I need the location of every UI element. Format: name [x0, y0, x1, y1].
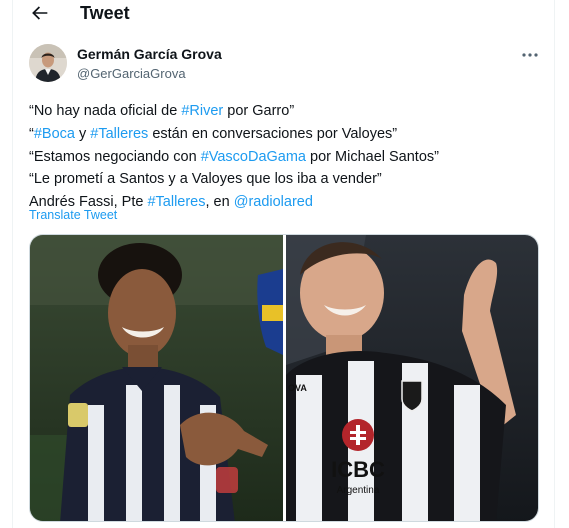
tweet-text-segment: por Michael Santos”: [306, 148, 439, 165]
arrow-left-icon: [32, 6, 48, 20]
tweet-text-segment: “No hay nada oficial de: [29, 103, 182, 119]
tweet-media: ICBC Argentina OVA: [29, 234, 539, 522]
author-name[interactable]: Germán García Grova: [77, 46, 222, 62]
author-handle[interactable]: @GerGarciaGrova: [77, 66, 186, 81]
sponsor-brand: ICBC: [331, 457, 385, 482]
hashtag-link[interactable]: #River: [181, 103, 223, 119]
hashtag-link[interactable]: #Talleres: [147, 194, 205, 210]
back-button[interactable]: [29, 2, 51, 24]
hashtag-link[interactable]: #Talleres: [90, 126, 148, 142]
tweet-text-segment: “Le prometí a Santos y a Valoyes que los…: [29, 171, 382, 188]
top-bar: Tweet: [13, 0, 556, 30]
hashtag-link[interactable]: #Boca: [34, 126, 75, 142]
tweet-line: “Le prometí a Santos y a Valoyes que los…: [29, 168, 549, 191]
tweet-text-segment: y: [74, 125, 91, 142]
tweet-text-segment: están en conversaciones por Valoyes”: [148, 125, 398, 142]
tweet-line: “Estamos negociando con #VascoDaGama por…: [29, 146, 549, 169]
sleeve-brand: OVA: [288, 383, 307, 393]
photo-player-left[interactable]: [30, 235, 283, 521]
photo-player-right[interactable]: ICBC Argentina OVA: [286, 235, 538, 521]
sponsor-sub: Argentina: [337, 485, 380, 496]
tweet-text-segment: , en: [205, 194, 234, 211]
photo-right-image: ICBC Argentina OVA: [286, 235, 538, 521]
tweet-line: “No hay nada oficial de #River por Garro…: [29, 100, 549, 123]
tweet-text-segment: por Garro”: [223, 103, 295, 119]
more-horizontal-icon: [522, 53, 538, 57]
tweet-text-segment: “Estamos negociando con: [29, 148, 201, 165]
avatar-image: [29, 44, 67, 82]
mention-link[interactable]: @radiolared: [234, 194, 313, 210]
photo-left-image: [30, 235, 283, 521]
tweet-line: “#Boca y #Talleres están en conversacion…: [29, 123, 549, 146]
hashtag-link[interactable]: #VascoDaGama: [201, 149, 306, 165]
avatar[interactable]: [29, 44, 67, 82]
tweet-text: “No hay nada oficial de #River por Garro…: [29, 100, 549, 214]
more-button[interactable]: [520, 48, 540, 62]
translate-tweet-link[interactable]: Translate Tweet: [29, 208, 117, 222]
tweet-page: Tweet Germán García Grova @GerGarciaGrov…: [12, 0, 555, 528]
page-title: Tweet: [80, 3, 130, 23]
